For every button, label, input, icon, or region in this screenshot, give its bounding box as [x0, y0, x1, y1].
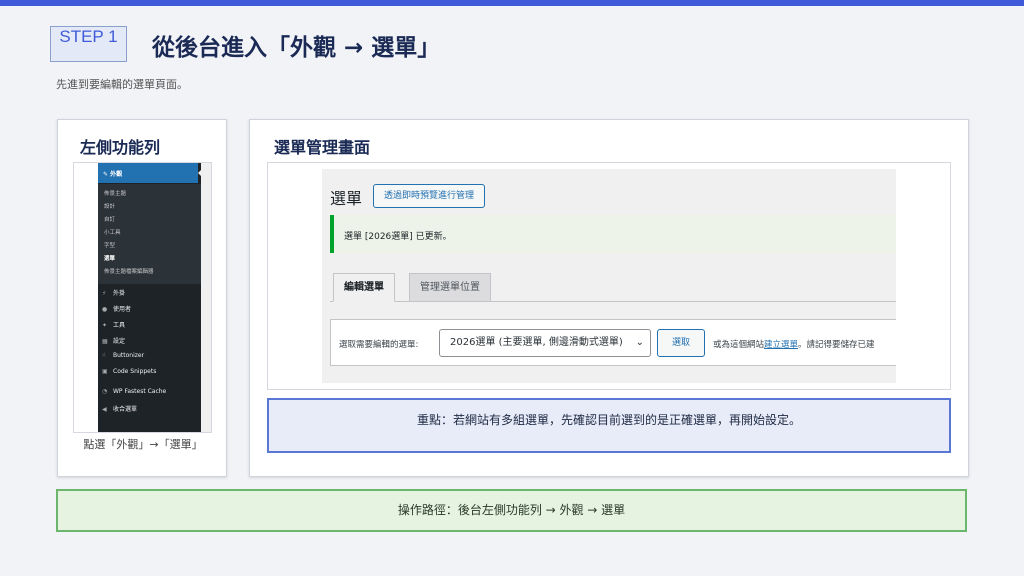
sidebar-item-settings[interactable]: ▦ 設定 — [102, 336, 125, 345]
submenu-item-menus[interactable]: 選單 — [104, 254, 115, 262]
cache-icon: ◔ — [102, 388, 108, 395]
sidebar-item-collapse[interactable]: ◀ 收合選單 — [102, 404, 137, 413]
wp-menus-page: 選單 透過即時預覽進行管理 選單 [2026選單] 已更新。 編輯選單 管理選單… — [322, 169, 896, 383]
tab-manage-locations[interactable]: 管理選單位置 — [409, 273, 491, 302]
update-notice: 選單 [2026選單] 已更新。 — [330, 215, 896, 253]
buttonizer-icon: ☝ — [102, 352, 106, 359]
submenu-item-themes[interactable]: 佈景主題 — [104, 189, 126, 197]
tab-edit-menus[interactable]: 編輯選單 — [333, 273, 395, 302]
top-accent-bar — [0, 0, 1024, 6]
sidebar-item-label: 外觀 — [110, 171, 123, 178]
submenu-item-customize[interactable]: 自訂 — [104, 215, 115, 223]
submenu-item-widgets[interactable]: 小工具 — [104, 228, 121, 236]
wp-page-heading: 選單 — [330, 189, 363, 208]
sidebar-item-tools[interactable]: ✦ 工具 — [102, 320, 125, 329]
wrench-icon: ✦ — [102, 322, 108, 329]
create-menu-hint: 或為這個網站建立選單。請記得要儲存已建 — [713, 340, 875, 350]
user-icon: ● — [102, 306, 108, 313]
content-area-edge — [201, 163, 211, 432]
sidebar-item-appearance[interactable]: ✎ 外觀 — [98, 163, 202, 183]
menu-select-dropdown[interactable]: 2026選單 (主要選單, 側邊滑動式選單) ⌄ — [439, 329, 651, 357]
sidebar-item-wp-fastest-cache[interactable]: ◔ WP Fastest Cache — [102, 388, 166, 395]
chevron-down-icon: ⌄ — [635, 337, 644, 348]
left-sidebar-card: 左側功能列 ✎ 外觀 佈景主題 設計 自訂 小工具 字型 選單 佈景主題檔案編輯… — [57, 119, 227, 477]
code-icon: ▣ — [102, 368, 108, 375]
sidebar-item-code-snippets[interactable]: ▣ Code Snippets — [102, 368, 156, 375]
wp-admin-sidebar: ✎ 外觀 佈景主題 設計 自訂 小工具 字型 選單 佈景主題檔案編輯器 ⚡ 外掛 … — [98, 163, 202, 432]
appearance-submenu: 佈景主題 設計 自訂 小工具 字型 選單 佈景主題檔案編輯器 — [98, 184, 201, 284]
key-point-note: 重點：若網站有多組選單，先確認目前選到的是正確選單，再開始設定。 — [267, 398, 951, 453]
settings-icon: ▦ — [102, 338, 108, 345]
page-title: 從後台進入「外觀 → 選單」 — [152, 35, 441, 61]
menu-management-card: 選單管理畫面 選單 透過即時預覽進行管理 選單 [2026選單] 已更新。 編輯… — [249, 119, 969, 477]
sidebar-item-users[interactable]: ● 使用者 — [102, 304, 131, 313]
menu-screenshot: 選單 透過即時預覽進行管理 選單 [2026選單] 已更新。 編輯選單 管理選單… — [267, 162, 951, 390]
submenu-item-theme-editor[interactable]: 佈景主題檔案編輯器 — [104, 267, 154, 275]
plugin-icon: ⚡ — [102, 290, 107, 297]
select-menu-label: 選取需要編輯的選單: — [339, 340, 419, 350]
live-preview-button[interactable]: 透過即時預覽進行管理 — [373, 184, 486, 208]
left-card-caption: 點選「外觀」→「選單」 — [83, 438, 203, 451]
sidebar-item-plugins[interactable]: ⚡ 外掛 — [102, 288, 125, 297]
operation-path-bar: 操作路徑：後台左側功能列 → 外觀 → 選單 — [56, 489, 967, 532]
sidebar-item-buttonizer[interactable]: ☝ Buttonizer — [102, 352, 144, 359]
submenu-item-fonts[interactable]: 字型 — [104, 241, 115, 249]
left-card-title: 左側功能列 — [80, 138, 161, 157]
sidebar-screenshot: ✎ 外觀 佈景主題 設計 自訂 小工具 字型 選單 佈景主題檔案編輯器 ⚡ 外掛 … — [73, 162, 212, 433]
menu-select-panel: 選取需要編輯的選單: 2026選單 (主要選單, 側邊滑動式選單) ⌄ 選取 或… — [330, 319, 896, 366]
menu-select-value: 2026選單 (主要選單, 側邊滑動式選單) — [450, 337, 623, 348]
right-card-title: 選單管理畫面 — [274, 138, 371, 157]
select-button[interactable]: 選取 — [657, 329, 705, 357]
create-menu-link[interactable]: 建立選單 — [764, 340, 798, 350]
submenu-item-design[interactable]: 設計 — [104, 202, 115, 210]
collapse-icon: ◀ — [102, 406, 107, 413]
page-subtitle: 先進到要編輯的選單頁面。 — [56, 78, 188, 91]
step-badge: STEP 1 — [50, 26, 127, 62]
menu-tabs: 編輯選單 管理選單位置 — [330, 273, 896, 302]
